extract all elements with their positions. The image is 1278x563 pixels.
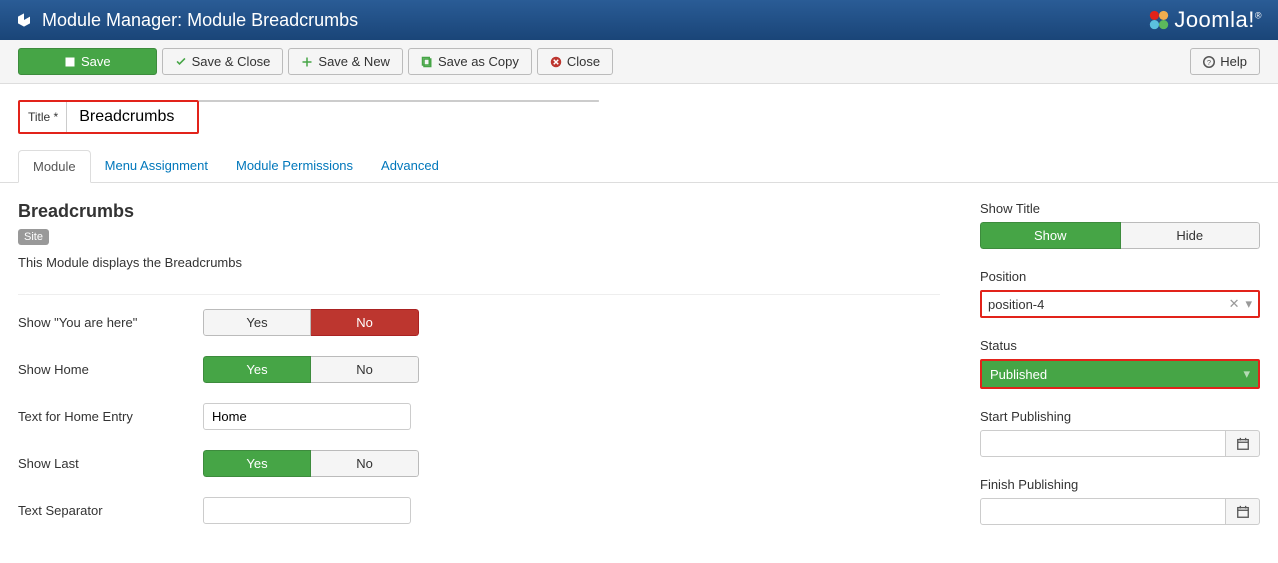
label-text-separator: Text Separator xyxy=(18,503,203,518)
save-copy-button[interactable]: Save as Copy xyxy=(408,48,532,75)
yes-option[interactable]: Yes xyxy=(203,356,311,383)
row-text-home: Text for Home Entry xyxy=(18,403,940,430)
left-column: Breadcrumbs Site This Module displays th… xyxy=(18,201,940,545)
tab-module-permissions[interactable]: Module Permissions xyxy=(222,150,367,182)
right-column: Show Title Show Hide Position position-4… xyxy=(980,201,1260,545)
status-highlight: Published ▾ xyxy=(980,359,1260,389)
no-option[interactable]: No xyxy=(311,309,419,336)
header-left: Module Manager: Module Breadcrumbs xyxy=(16,10,358,31)
row-text-separator: Text Separator xyxy=(18,497,940,524)
field-show-title: Show Title Show Hide xyxy=(980,201,1260,249)
finish-publishing-input[interactable] xyxy=(980,498,1226,525)
page-header: Module Manager: Module Breadcrumbs Jooml… xyxy=(0,0,1278,40)
calendar-icon xyxy=(1236,437,1250,451)
save-button[interactable]: Save xyxy=(18,48,157,75)
show-option[interactable]: Show xyxy=(980,222,1121,249)
field-position: Position position-4 ✕ ▾ xyxy=(980,269,1260,318)
help-label: Help xyxy=(1220,54,1247,69)
save-close-label: Save & Close xyxy=(192,54,271,69)
label-show-last: Show Last xyxy=(18,456,203,471)
save-close-button[interactable]: Save & Close xyxy=(162,48,284,75)
check-icon xyxy=(175,56,187,68)
toggle-show-you-are-here: Yes No xyxy=(203,309,419,336)
calendar-button[interactable] xyxy=(1226,430,1260,457)
chevron-down-icon[interactable]: ▾ xyxy=(1245,296,1252,312)
joomla-logo-text: Joomla!® xyxy=(1174,7,1262,33)
label-show-title: Show Title xyxy=(980,201,1260,216)
no-option[interactable]: No xyxy=(311,356,419,383)
input-text-separator[interactable] xyxy=(203,497,411,524)
module-description: This Module displays the Breadcrumbs xyxy=(18,255,940,270)
field-status: Status Published ▾ xyxy=(980,338,1260,389)
toolbar: Save Save & Close Save & New Save as Cop… xyxy=(0,40,1278,84)
main: Breadcrumbs Site This Module displays th… xyxy=(0,183,1278,563)
site-badge: Site xyxy=(18,229,49,245)
row-show-you-are-here: Show "You are here" Yes No xyxy=(18,309,940,336)
start-publishing-input[interactable] xyxy=(980,430,1226,457)
label-position: Position xyxy=(980,269,1260,284)
help-button[interactable]: ? Help xyxy=(1190,48,1260,75)
label-finish-publishing: Finish Publishing xyxy=(980,477,1260,492)
input-text-home[interactable] xyxy=(203,403,411,430)
save-new-button[interactable]: Save & New xyxy=(288,48,403,75)
row-show-last: Show Last Yes No xyxy=(18,450,940,477)
field-start-publishing: Start Publishing xyxy=(980,409,1260,457)
svg-text:?: ? xyxy=(1207,58,1211,67)
joomla-logo: Joomla!® xyxy=(1148,7,1262,33)
position-value: position-4 xyxy=(988,297,1044,312)
save-label: Save xyxy=(81,54,111,69)
chevron-down-icon: ▾ xyxy=(1243,366,1250,382)
tab-menu-assignment[interactable]: Menu Assignment xyxy=(91,150,222,182)
save-copy-label: Save as Copy xyxy=(438,54,519,69)
position-select[interactable]: position-4 ✕ ▾ xyxy=(982,292,1258,316)
close-label: Close xyxy=(567,54,600,69)
help-icon: ? xyxy=(1203,56,1215,68)
calendar-icon xyxy=(1236,505,1250,519)
position-controls: ✕ ▾ xyxy=(1229,296,1252,312)
tab-module[interactable]: Module xyxy=(18,150,91,183)
label-text-home: Text for Home Entry xyxy=(18,409,203,424)
separator xyxy=(18,294,940,295)
status-value: Published xyxy=(990,367,1047,382)
yes-option[interactable]: Yes xyxy=(203,450,311,477)
title-section: Title * xyxy=(0,84,1278,142)
label-start-publishing: Start Publishing xyxy=(980,409,1260,424)
title-wrapper: Title * xyxy=(18,100,199,134)
page-title: Module Manager: Module Breadcrumbs xyxy=(42,10,358,31)
tabs: Module Menu Assignment Module Permission… xyxy=(0,150,1278,183)
label-show-you-are-here: Show "You are here" xyxy=(18,315,203,330)
toolbar-left: Save Save & Close Save & New Save as Cop… xyxy=(18,48,613,75)
toggle-show-home: Yes No xyxy=(203,356,419,383)
status-select[interactable]: Published ▾ xyxy=(982,361,1258,387)
close-button[interactable]: Close xyxy=(537,48,613,75)
field-finish-publishing: Finish Publishing xyxy=(980,477,1260,525)
apply-icon xyxy=(64,56,76,68)
yes-option[interactable]: Yes xyxy=(203,309,311,336)
title-label: Title * xyxy=(20,102,67,132)
calendar-button[interactable] xyxy=(1226,498,1260,525)
tab-advanced[interactable]: Advanced xyxy=(367,150,453,182)
joomla-logo-icon xyxy=(1148,9,1170,31)
clear-icon[interactable]: ✕ xyxy=(1229,296,1240,312)
title-input[interactable] xyxy=(67,102,197,132)
cancel-icon xyxy=(550,56,562,68)
plus-icon xyxy=(301,56,313,68)
label-status: Status xyxy=(980,338,1260,353)
toggle-show-title: Show Hide xyxy=(980,222,1260,249)
save-new-label: Save & New xyxy=(318,54,390,69)
toggle-show-last: Yes No xyxy=(203,450,419,477)
module-name: Breadcrumbs xyxy=(18,201,940,222)
no-option[interactable]: No xyxy=(311,450,419,477)
label-show-home: Show Home xyxy=(18,362,203,377)
hide-option[interactable]: Hide xyxy=(1121,222,1261,249)
module-cube-icon xyxy=(16,12,32,28)
start-publishing-row xyxy=(980,430,1260,457)
row-show-home: Show Home Yes No xyxy=(18,356,940,383)
copy-icon xyxy=(421,56,433,68)
finish-publishing-row xyxy=(980,498,1260,525)
position-highlight: position-4 ✕ ▾ xyxy=(980,290,1260,318)
title-field-extension[interactable] xyxy=(199,100,599,102)
